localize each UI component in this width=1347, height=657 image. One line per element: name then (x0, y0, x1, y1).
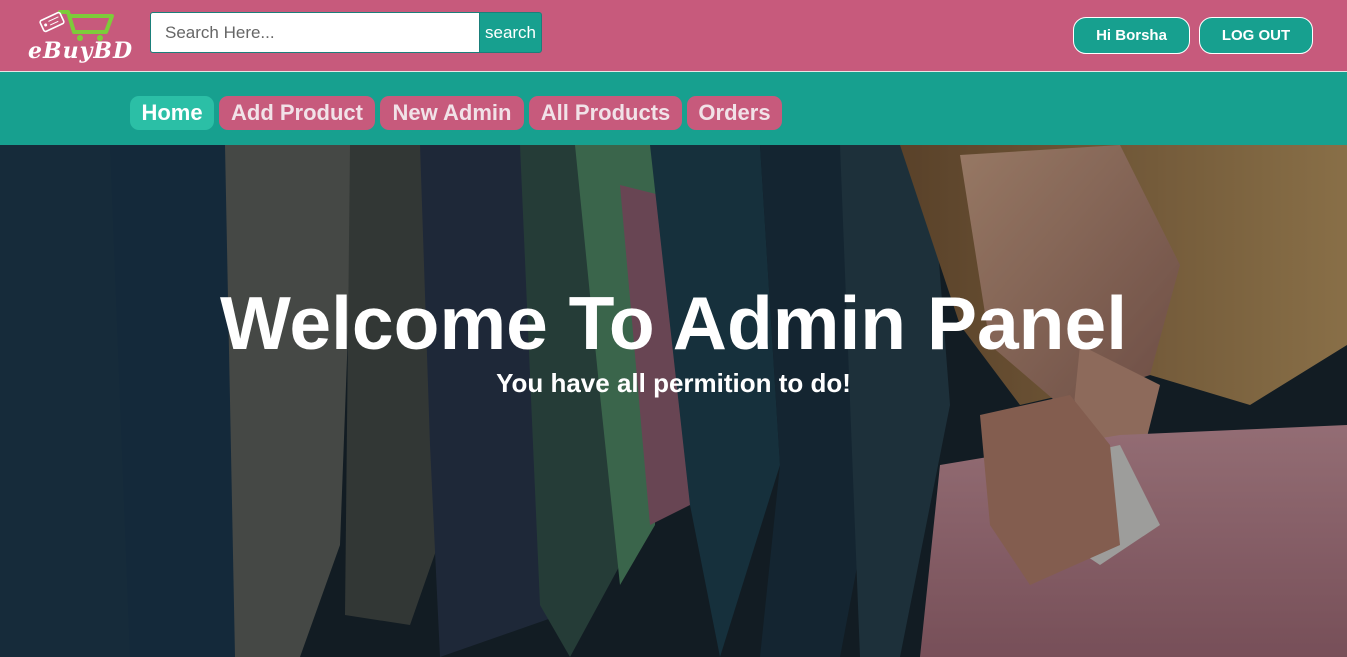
nav-item-home[interactable]: Home (130, 96, 214, 130)
brand-logo[interactable]: eBuyBD (28, 8, 132, 66)
nav-item-orders[interactable]: Orders (687, 96, 782, 130)
search-input[interactable] (150, 12, 479, 53)
search-button[interactable]: search (479, 12, 542, 53)
nav-item-all-products[interactable]: All Products (529, 96, 682, 130)
search-bar: search (150, 12, 542, 53)
hero-overlay (0, 145, 1347, 657)
logout-button[interactable]: LOG OUT (1199, 17, 1313, 54)
header-bar: eBuyBD search Hi Borsha LOG OUT (0, 0, 1347, 71)
hero-banner: Welcome To Admin Panel You have all perm… (0, 145, 1347, 657)
hero-title: Welcome To Admin Panel (219, 281, 1128, 365)
hero-subtitle: You have all permition to do! (496, 368, 851, 398)
nav-item-add-product[interactable]: Add Product (219, 96, 375, 130)
main-nav: Home Add Product New Admin All Products … (0, 71, 1347, 145)
brand-name: eBuyBD (28, 38, 134, 64)
user-greeting-button[interactable]: Hi Borsha (1073, 17, 1190, 54)
shopping-cart-icon (39, 10, 114, 41)
nav-item-new-admin[interactable]: New Admin (380, 96, 524, 130)
